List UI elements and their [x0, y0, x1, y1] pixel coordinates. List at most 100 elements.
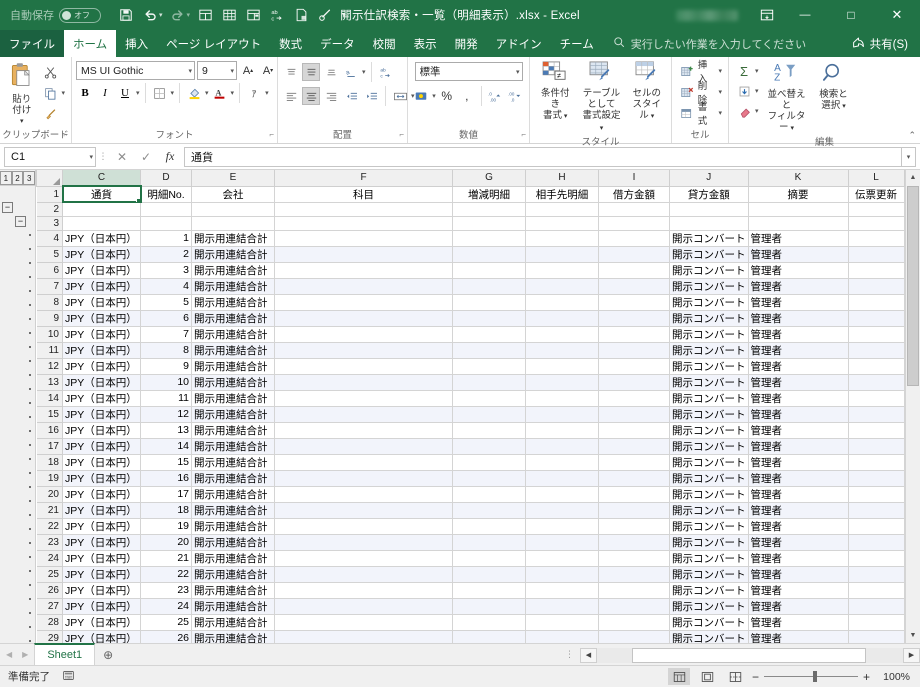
font-color-dropdown-arrow[interactable]: ▾ — [231, 89, 235, 97]
column-header-E[interactable]: E — [191, 170, 275, 187]
page-break-view-button[interactable] — [724, 668, 746, 685]
cell-G21[interactable] — [452, 501, 526, 519]
font-size-arrow[interactable]: ▾ — [226, 67, 234, 75]
font-color-button[interactable]: A — [211, 84, 229, 102]
italic-button[interactable]: I — [96, 84, 114, 102]
cell-H24[interactable] — [525, 549, 599, 567]
cell-H20[interactable] — [525, 485, 599, 503]
cell-C17[interactable]: JPY（日本円） — [62, 437, 141, 455]
outline-level-2-button[interactable]: 2 — [11, 171, 24, 185]
cell-G17[interactable] — [452, 437, 526, 455]
cell-I8[interactable] — [598, 293, 670, 311]
row-header-23[interactable]: 23 — [36, 533, 63, 551]
cell-C3[interactable] — [62, 215, 141, 231]
cell-J20[interactable]: 開示コンバート — [669, 485, 749, 503]
cell-G9[interactable] — [452, 309, 526, 327]
cell-E26[interactable]: 開示用連結合計 — [191, 581, 275, 599]
cell-G16[interactable] — [452, 421, 526, 439]
cell-G10[interactable] — [452, 325, 526, 343]
normal-view-button[interactable] — [668, 668, 690, 685]
cell-L19[interactable] — [847, 469, 905, 487]
cell-D21[interactable]: 18 — [140, 501, 192, 519]
column-header-F[interactable]: F — [274, 170, 453, 187]
cell-F22[interactable] — [274, 517, 453, 535]
copy-dropdown-arrow[interactable]: ▾ — [61, 89, 65, 97]
row-header-25[interactable]: 25 — [36, 565, 63, 583]
phonetic-dropdown-arrow[interactable]: ▾ — [265, 89, 269, 97]
page-setup-icon[interactable] — [290, 4, 312, 26]
accessibility-icon[interactable] — [62, 669, 75, 685]
cell-K20[interactable]: 管理者 — [747, 485, 849, 503]
row-header-13[interactable]: 13 — [36, 373, 63, 391]
cell-C22[interactable]: JPY（日本円） — [62, 517, 141, 535]
cell-G24[interactable] — [452, 549, 526, 567]
format-as-table-button[interactable]: テーブルとして 書式設定 ▾ — [576, 59, 626, 136]
grid-icon[interactable] — [218, 4, 240, 26]
save-icon[interactable] — [115, 4, 137, 26]
header-cell-D1[interactable]: 明細No. — [140, 185, 192, 203]
cut-button[interactable] — [39, 62, 67, 82]
tab-file[interactable]: ファイル — [0, 30, 64, 57]
cell-D23[interactable]: 20 — [140, 533, 192, 551]
cell-H12[interactable] — [525, 357, 599, 375]
minimize-button[interactable]: — — [782, 0, 828, 30]
cell-K16[interactable]: 管理者 — [747, 421, 849, 439]
comma-format-button[interactable]: , — [458, 87, 476, 105]
cell-L25[interactable] — [847, 565, 905, 583]
column-header-C[interactable]: C — [62, 170, 141, 187]
cell-D29[interactable]: 26 — [140, 629, 192, 643]
scroll-left-button[interactable]: ◀ — [580, 647, 597, 663]
cell-D10[interactable]: 7 — [140, 325, 192, 343]
cell-G19[interactable] — [452, 469, 526, 487]
close-button[interactable]: ✕ — [874, 0, 920, 30]
cell-F21[interactable] — [274, 501, 453, 519]
select-all-corner[interactable] — [36, 170, 63, 187]
tab-data[interactable]: データ — [311, 30, 364, 57]
wrap-text-icon[interactable]: ab c — [266, 4, 288, 26]
cell-G7[interactable] — [452, 277, 526, 295]
font-dialog-launcher[interactable]: ⌐ — [269, 128, 274, 142]
cell-D13[interactable]: 10 — [140, 373, 192, 391]
cell-E7[interactable]: 開示用連結合計 — [191, 277, 275, 295]
cell-F9[interactable] — [274, 309, 453, 327]
cell-J22[interactable]: 開示コンバート — [669, 517, 749, 535]
cell-L17[interactable] — [847, 437, 905, 455]
cell-C14[interactable]: JPY（日本円） — [62, 389, 141, 407]
cell-J16[interactable]: 開示コンバート — [669, 421, 749, 439]
cell-C2[interactable] — [62, 201, 141, 217]
cell-D3[interactable] — [140, 215, 192, 231]
sort-filter-button[interactable]: AZ 並べ替えと フィルター ▾ — [761, 60, 813, 136]
cell-G18[interactable] — [452, 453, 526, 471]
cell-K9[interactable]: 管理者 — [747, 309, 849, 327]
cell-I6[interactable] — [598, 261, 670, 279]
cell-I22[interactable] — [598, 517, 670, 535]
cell-D24[interactable]: 21 — [140, 549, 192, 567]
tab-team[interactable]: チーム — [551, 30, 603, 57]
cell-C19[interactable]: JPY（日本円） — [62, 469, 141, 487]
cell-L23[interactable] — [847, 533, 905, 551]
cell-I5[interactable] — [598, 245, 670, 263]
number-dialog-launcher[interactable]: ⌐ — [521, 128, 526, 142]
cell-L3[interactable] — [847, 215, 905, 231]
cell-G23[interactable] — [452, 533, 526, 551]
cell-D2[interactable] — [140, 201, 192, 217]
cell-I9[interactable] — [598, 309, 670, 327]
tab-addins[interactable]: アドイン — [487, 30, 551, 57]
cell-F18[interactable] — [274, 453, 453, 471]
cell-C29[interactable]: JPY（日本円） — [62, 629, 141, 643]
tab-page-layout[interactable]: ページ レイアウト — [157, 30, 270, 57]
cell-L8[interactable] — [847, 293, 905, 311]
column-header-H[interactable]: H — [525, 170, 599, 187]
row-header-11[interactable]: 11 — [36, 341, 63, 359]
font-size-combobox[interactable]: 9 ▾ — [197, 61, 237, 80]
cell-G15[interactable] — [452, 405, 526, 423]
tab-review[interactable]: 校閲 — [364, 30, 405, 57]
row-header-12[interactable]: 12 — [36, 357, 63, 375]
cell-I23[interactable] — [598, 533, 670, 551]
cell-D17[interactable]: 14 — [140, 437, 192, 455]
outline-collapse-button-level2[interactable]: − — [15, 216, 26, 227]
cell-D8[interactable]: 5 — [140, 293, 192, 311]
shrink-font-button[interactable]: A ▾ — [259, 62, 277, 80]
row-header-18[interactable]: 18 — [36, 453, 63, 471]
cell-F10[interactable] — [274, 325, 453, 343]
